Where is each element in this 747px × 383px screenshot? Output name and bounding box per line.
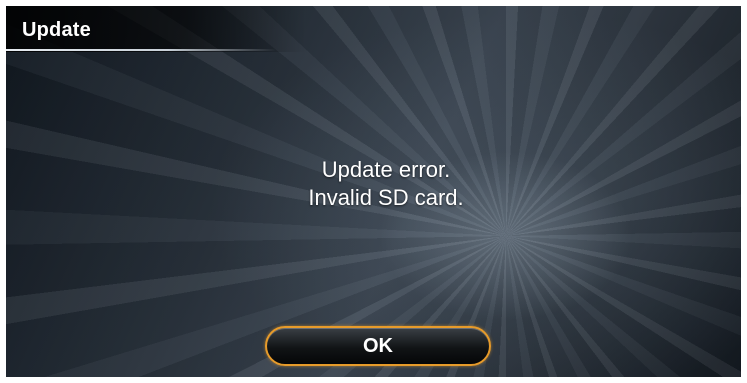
error-message-line-2: Invalid SD card. bbox=[308, 185, 464, 210]
update-dialog: Update Update error. Invalid SD card. OK bbox=[6, 6, 741, 377]
title-bar: Update bbox=[6, 6, 306, 52]
title-underline bbox=[6, 49, 276, 51]
error-message: Update error. Invalid SD card. bbox=[6, 156, 741, 212]
error-message-line-1: Update error. bbox=[321, 157, 451, 182]
dialog-title: Update bbox=[22, 19, 91, 41]
ok-button[interactable]: OK bbox=[265, 326, 491, 366]
